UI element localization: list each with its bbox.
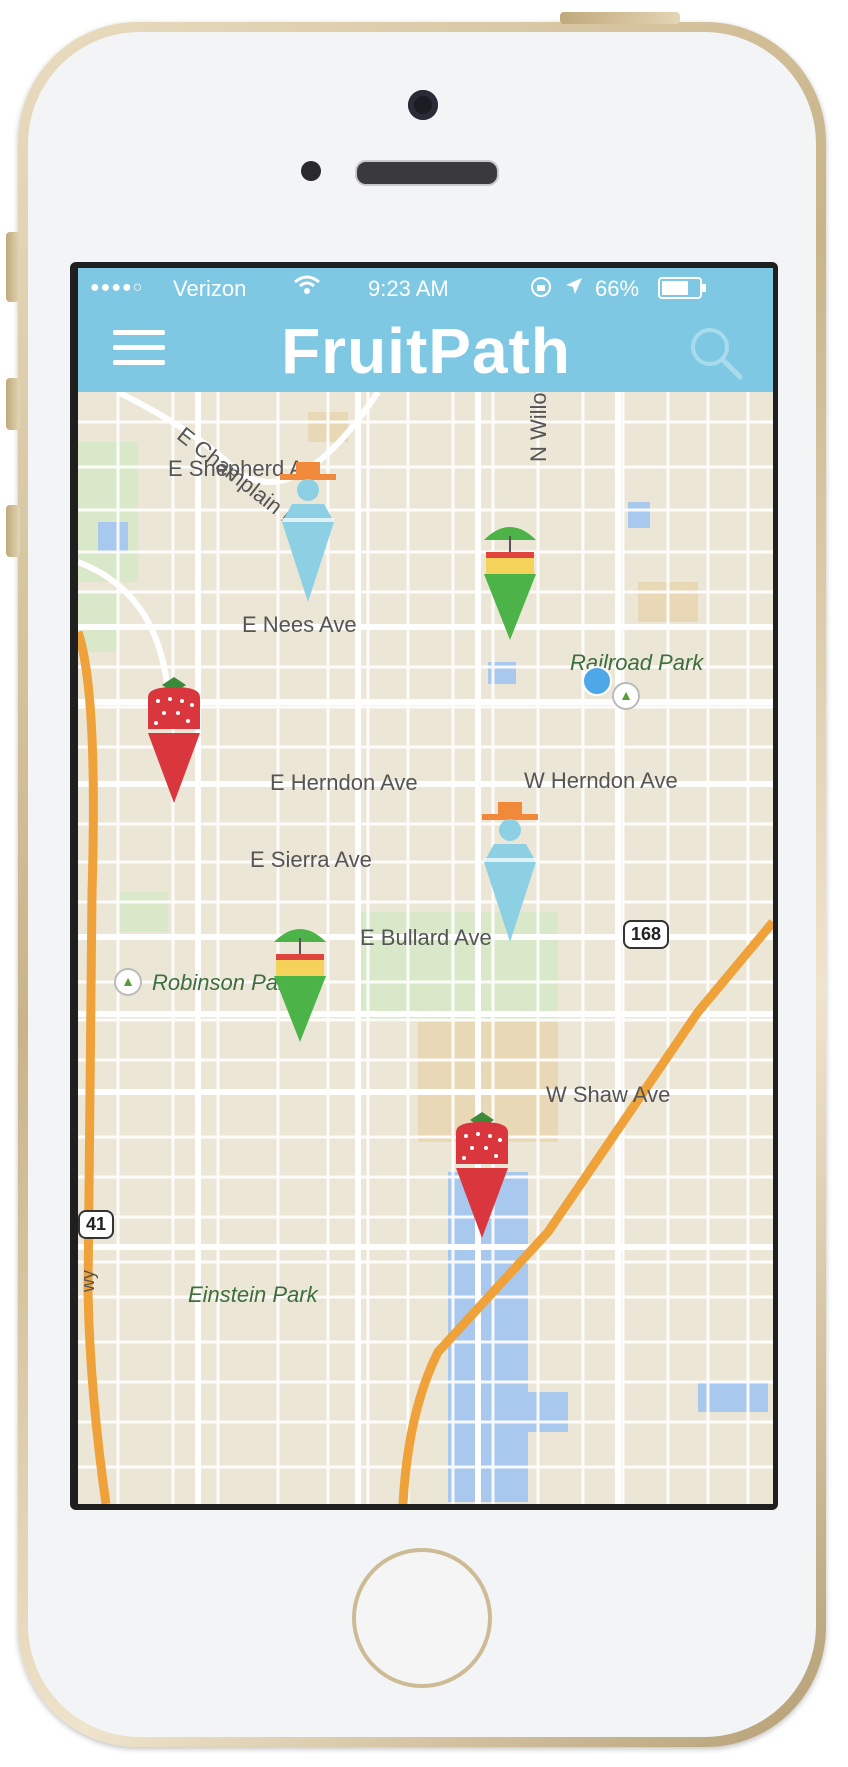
- park-tree-icon: ▲: [612, 682, 640, 710]
- front-camera: [408, 90, 438, 120]
- app-header: ●●●●○ Verizon 9:23 AM 66% FruitPath: [78, 268, 773, 392]
- street-label-shaw: W Shaw Ave: [546, 1082, 671, 1107]
- street-label-willow: N Willow Ave: [526, 392, 551, 462]
- rotation-lock-icon: [530, 276, 552, 304]
- street-label-sierra: E Sierra Ave: [250, 847, 372, 872]
- park-tree-icon: ▲: [114, 968, 142, 996]
- wifi-icon: [293, 274, 321, 302]
- location-arrow-icon: [564, 276, 584, 302]
- freeway-label-fragment: wy: [78, 1270, 98, 1292]
- highway-41-shield: 41: [78, 1210, 115, 1239]
- street-label-herndon-west: W Herndon Ave: [524, 768, 678, 793]
- power-button: [560, 12, 680, 24]
- hamburger-menu-icon[interactable]: [113, 330, 165, 370]
- status-bar: ●●●●○ Verizon 9:23 AM 66%: [78, 268, 773, 308]
- clock: 9:23 AM: [368, 276, 449, 301]
- carrier-name: Verizon: [173, 276, 247, 301]
- mute-switch: [6, 232, 20, 302]
- search-icon[interactable]: [686, 323, 746, 383]
- street-label-bullard: E Bullard Ave: [360, 925, 492, 950]
- signal-strength: ●●●●○: [90, 279, 144, 296]
- battery-icon: [658, 277, 708, 305]
- street-label-nees: E Nees Ave: [242, 612, 357, 637]
- current-location-dot: [582, 666, 612, 696]
- proximity-sensor: [301, 161, 321, 181]
- app-title: FruitPath: [281, 315, 571, 387]
- street-label-herndon-east: E Herndon Ave: [270, 770, 418, 795]
- volume-up-button: [6, 378, 20, 430]
- earpiece-speaker: [355, 160, 499, 186]
- map-view[interactable]: E Champlain Dr E Shepherd A N Willow Ave…: [78, 392, 773, 1504]
- highway-168-shield: 168: [623, 920, 670, 949]
- park-label-einstein: Einstein Park: [188, 1282, 318, 1307]
- home-button[interactable]: [352, 1548, 492, 1688]
- battery-percentage: 66%: [595, 276, 640, 301]
- volume-down-button: [6, 505, 20, 557]
